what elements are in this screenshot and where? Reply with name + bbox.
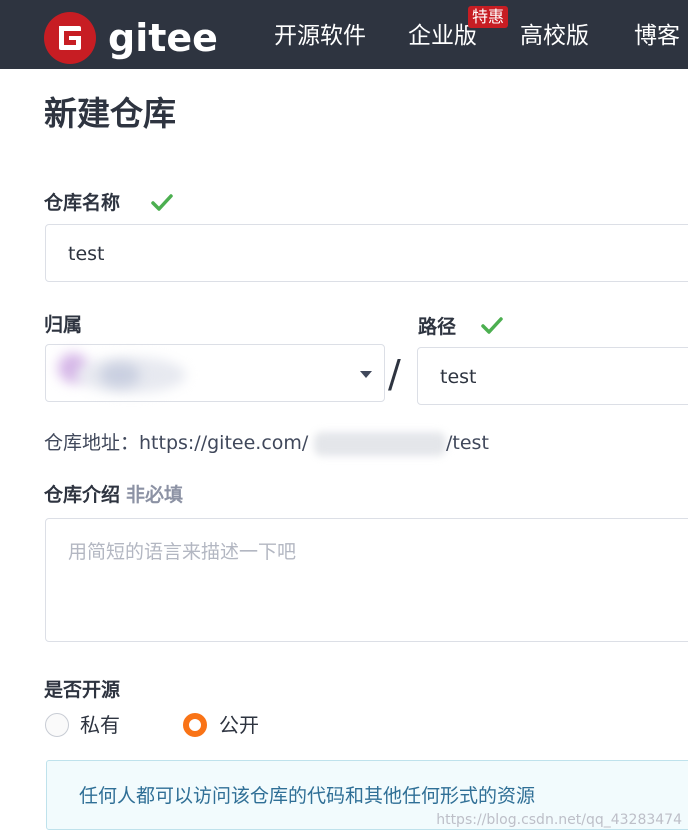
chevron-down-icon: [360, 371, 372, 378]
radio-private[interactable]: [45, 713, 69, 737]
nav-item-open-source[interactable]: 开源软件: [274, 20, 366, 52]
owner-select[interactable]: [45, 344, 385, 402]
repo-url-owner-blurred: [314, 432, 446, 456]
radio-private-label[interactable]: 私有: [80, 711, 120, 739]
promo-badge: 特惠: [468, 6, 509, 28]
top-navbar: gitee 开源软件 企业版 高校版 博客 特惠: [0, 0, 688, 69]
watermark: https://blog.csdn.net/qq_43283474: [436, 812, 682, 828]
nav-item-education[interactable]: 高校版: [520, 20, 589, 52]
description-placeholder: 用简短的语言来描述一下吧: [68, 541, 297, 563]
logo-text: gitee: [108, 16, 218, 60]
nav-item-enterprise[interactable]: 企业版: [408, 20, 477, 52]
gitee-logo-icon: [44, 12, 96, 64]
radio-public[interactable]: [183, 713, 207, 737]
description-textarea[interactable]: 用简短的语言来描述一下吧: [45, 518, 688, 642]
path-check-icon: [481, 317, 503, 334]
visibility-label: 是否开源: [44, 679, 121, 701]
repo-url-prefix: 仓库地址：https://gitee.com/: [44, 432, 309, 454]
path-separator: /: [388, 352, 401, 396]
description-label: 仓库介绍 非必填: [44, 482, 183, 508]
repo-name-value: test: [68, 243, 105, 265]
page-title: 新建仓库: [44, 94, 176, 133]
description-optional-hint: 非必填: [126, 484, 184, 506]
path-value: test: [440, 366, 477, 388]
description-label-text: 仓库介绍: [44, 484, 121, 506]
visibility-notice-text: 任何人都可以访问该仓库的代码和其他任何形式的资源: [79, 785, 536, 807]
radio-public-label[interactable]: 公开: [219, 711, 259, 739]
gitee-logo[interactable]: gitee: [44, 12, 218, 64]
repo-name-input[interactable]: test: [45, 224, 688, 282]
nav-item-blog[interactable]: 博客: [634, 20, 680, 52]
repo-name-check-icon: [151, 194, 173, 211]
owner-name-blurred-dark: [100, 363, 140, 387]
owner-label: 归属: [44, 314, 83, 336]
path-label: 路径: [418, 316, 457, 338]
path-input[interactable]: test: [417, 347, 688, 405]
repo-name-label: 仓库名称: [44, 192, 121, 214]
repo-url-suffix: /test: [446, 432, 489, 454]
